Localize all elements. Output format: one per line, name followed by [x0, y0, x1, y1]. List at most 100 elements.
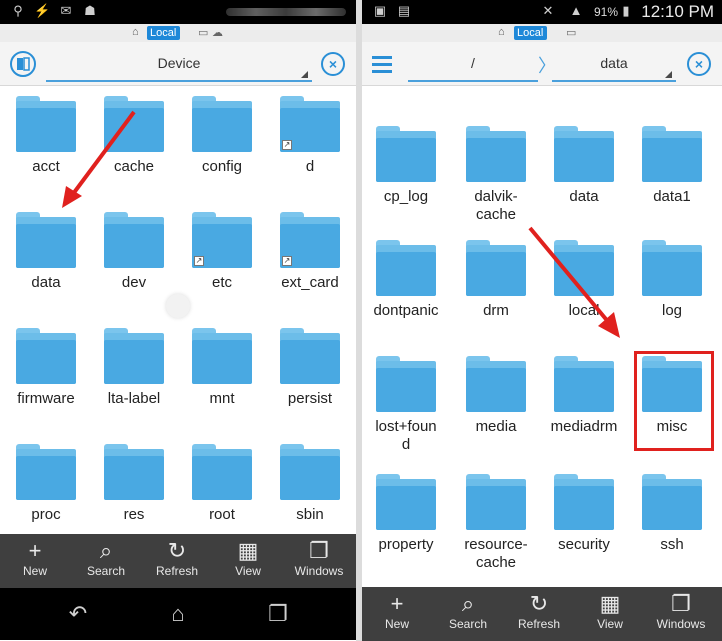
- folder-icon: ↗: [280, 96, 340, 152]
- folder-item[interactable]: media: [452, 356, 540, 436]
- path-current-segment[interactable]: data: [552, 46, 676, 82]
- folder-icon: [104, 328, 164, 384]
- path-current-label: data: [600, 55, 628, 71]
- usb-icon: ⚲: [13, 3, 23, 18]
- folder-icon: [466, 240, 526, 296]
- folder-icon: [192, 328, 252, 384]
- folder-item[interactable]: firmware: [2, 328, 90, 408]
- location-local-chip[interactable]: Local: [514, 26, 548, 40]
- folder-item[interactable]: local: [540, 240, 628, 320]
- folder-item[interactable]: persist: [266, 328, 354, 408]
- folder-label: dev: [121, 274, 147, 291]
- folder-item[interactable]: ↗ etc: [178, 212, 266, 292]
- folder-item[interactable]: data: [540, 126, 628, 206]
- folder-item[interactable]: ↗ d: [266, 96, 354, 176]
- folder-item[interactable]: cp_log: [362, 126, 450, 206]
- folder-icon: [466, 356, 526, 412]
- close-tab-button[interactable]: ×: [316, 48, 350, 80]
- sdcard-icon[interactable]: ▭: [198, 26, 208, 40]
- folder-item[interactable]: resource- cache: [452, 474, 540, 572]
- view-button[interactable]: ▦ View: [575, 591, 645, 631]
- search-button[interactable]: ⌕ Search: [433, 591, 503, 631]
- folder-item[interactable]: acct: [2, 96, 90, 176]
- folder-icon: [280, 444, 340, 500]
- button-label: Search: [448, 617, 488, 631]
- folder-item[interactable]: dontpanic: [362, 240, 450, 320]
- loading-indicator: [166, 294, 190, 318]
- view-icon: ▦: [599, 591, 621, 616]
- home-nav-icon[interactable]: ⌂: [158, 600, 198, 628]
- folder-item[interactable]: lost+foun d: [362, 356, 450, 454]
- windows-button[interactable]: ❐ Windows: [284, 538, 354, 578]
- folder-item[interactable]: mnt: [178, 328, 266, 408]
- toolbar: / 〉 data ×: [362, 42, 722, 86]
- folder-item[interactable]: ssh: [628, 474, 716, 554]
- folder-item[interactable]: property: [362, 474, 450, 554]
- folder-icon: [16, 212, 76, 268]
- panel-toggle-icon: [10, 51, 36, 77]
- folder-item[interactable]: security: [540, 474, 628, 554]
- folder-icon: [642, 240, 702, 296]
- bottom-action-bar: + New ⌕ Search ↻ Refresh ▦ View ❐ Windows: [362, 587, 722, 641]
- shortcut-icon: ↗: [194, 256, 204, 266]
- windows-button[interactable]: ❐ Windows: [646, 591, 716, 631]
- folder-icon: [104, 444, 164, 500]
- windows-icon: ❐: [309, 538, 329, 563]
- view-icon: ▦: [237, 538, 259, 563]
- location-local-chip[interactable]: Local: [147, 26, 181, 40]
- refresh-button[interactable]: ↻ Refresh: [142, 538, 212, 578]
- folder-label: proc: [31, 506, 61, 523]
- home-icon[interactable]: ⌂: [132, 26, 144, 38]
- close-tab-button[interactable]: ×: [682, 48, 716, 80]
- menu-button[interactable]: [366, 48, 400, 80]
- folder-label: sbin: [296, 506, 324, 523]
- folder-label: firmware: [17, 390, 75, 407]
- folder-item[interactable]: data: [2, 212, 90, 292]
- folder-item[interactable]: data1: [628, 126, 716, 206]
- device-selector[interactable]: Device: [46, 46, 312, 82]
- folder-item[interactable]: sbin: [266, 444, 354, 524]
- recents-icon[interactable]: ❐: [258, 600, 298, 628]
- folder-item[interactable]: cache: [90, 96, 178, 176]
- panel-toggle-button[interactable]: [6, 48, 40, 80]
- folder-item[interactable]: proc: [2, 444, 90, 524]
- button-label: New: [384, 617, 409, 631]
- search-button[interactable]: ⌕ Search: [71, 538, 141, 578]
- sdcard-icon[interactable]: ▭: [566, 26, 576, 40]
- folder-label: lost+foun d: [375, 418, 437, 453]
- folder-label: local: [568, 302, 600, 319]
- folder-item[interactable]: drm: [452, 240, 540, 320]
- folder-item[interactable]: res: [90, 444, 178, 524]
- close-icon: ×: [687, 52, 711, 76]
- new-button[interactable]: + New: [0, 538, 70, 578]
- shortcut-icon: ↗: [282, 256, 292, 266]
- cloud-icon[interactable]: ☁: [212, 26, 223, 40]
- folder-item[interactable]: log: [628, 240, 716, 320]
- folder-item[interactable]: ↗ ext_card: [266, 212, 354, 292]
- new-icon: +: [28, 538, 42, 563]
- back-icon[interactable]: ↶: [58, 600, 98, 628]
- folder-icon: [554, 474, 614, 530]
- folder-icon: [466, 474, 526, 530]
- folder-label: etc: [211, 274, 232, 291]
- right-screen: ▣ ▤ ✕ ▲ 91% ▮ 12:10 PM ⌂ Local ▭ / 〉 dat…: [362, 0, 722, 641]
- folder-label: cache: [113, 158, 155, 175]
- refresh-button[interactable]: ↻ Refresh: [504, 591, 574, 631]
- folder-label: config: [201, 158, 243, 175]
- path-root-segment[interactable]: /: [408, 46, 538, 82]
- folder-item[interactable]: config: [178, 96, 266, 176]
- folder-item[interactable]: mediadrm: [540, 356, 628, 436]
- folder-label: persist: [287, 390, 333, 407]
- home-icon[interactable]: ⌂: [498, 26, 510, 38]
- folder-item[interactable]: root: [178, 444, 266, 524]
- new-button[interactable]: + New: [362, 591, 432, 631]
- windows-icon: ❐: [671, 591, 691, 616]
- button-label: Search: [86, 564, 126, 578]
- folder-item[interactable]: dev: [90, 212, 178, 292]
- dropdown-corner-icon: [301, 71, 308, 78]
- folder-icon: [466, 126, 526, 182]
- button-label: New: [22, 564, 47, 578]
- folder-item[interactable]: dalvik- cache: [452, 126, 540, 224]
- view-button[interactable]: ▦ View: [213, 538, 283, 578]
- folder-item[interactable]: lta-label: [90, 328, 178, 408]
